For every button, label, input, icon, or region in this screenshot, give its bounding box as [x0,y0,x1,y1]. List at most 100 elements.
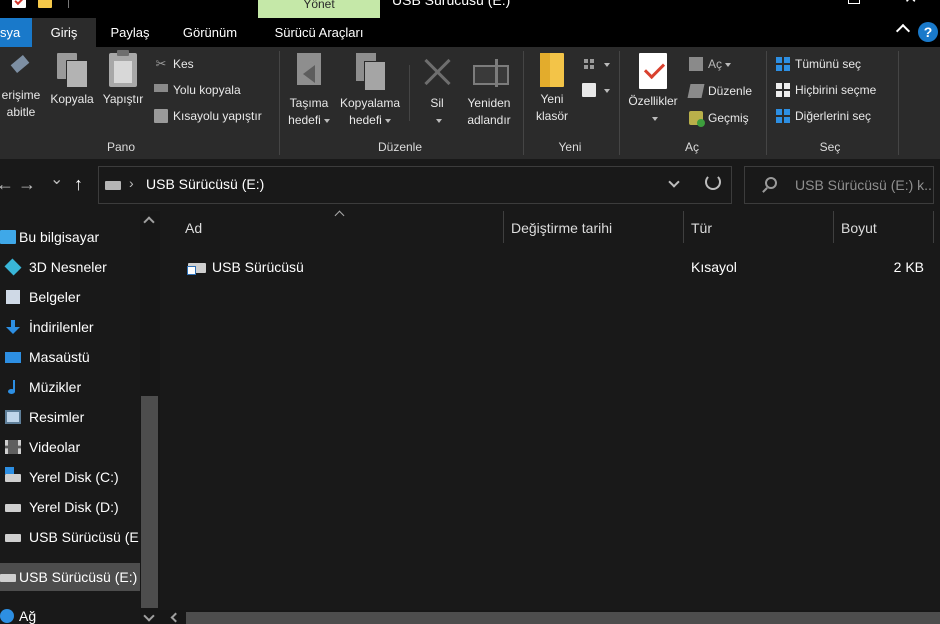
rename-button[interactable]: Yeniden adlandır [462,53,516,129]
address-bar[interactable]: › USB Sürücüsü (E:) [98,166,732,204]
new-folder-label-line2: klasör [535,109,568,123]
copy-to-label-line1: Kopyalama [339,96,401,110]
tab-manage-context[interactable]: Yönet [258,0,380,18]
sidebar-item-label: Videolar [29,439,81,455]
easy-access-button[interactable] [582,81,610,99]
sidebar-item-network[interactable]: Ağ [0,602,140,624]
sidebar-item-3d-objects[interactable]: 3D Nesneler [0,253,140,281]
copy-label: Kopyala [50,92,94,106]
copy-path-icon [154,83,168,92]
sidebar-item-desktop[interactable]: Masaüstü [0,343,140,371]
column-header-name[interactable]: Ad [185,219,503,247]
documents-icon [6,290,20,304]
quick-access-divider [68,0,69,8]
horizontal-scrollbar-thumb[interactable] [186,612,940,624]
sidebar-item-pictures[interactable]: Resimler [0,403,140,431]
new-item-button[interactable] [582,55,610,73]
copy-button[interactable]: Kopyala [46,53,98,108]
network-icon [0,609,14,623]
sidebar-item-local-disk-c[interactable]: Yerel Disk (C:) [0,463,140,491]
column-header-size[interactable]: Boyut [841,219,933,247]
close-icon[interactable]: ✕ [904,0,917,7]
sidebar-item-music[interactable]: Müzikler [0,373,140,401]
tab-share[interactable]: Paylaş [96,18,164,47]
tab-view[interactable]: Görünüm [164,18,256,47]
open-icon [689,56,703,71]
sidebar-item-videos[interactable]: Videolar [0,433,140,461]
pin-quick-access-button[interactable]: erişime abitle [0,53,44,121]
delete-button[interactable]: Sil [416,53,458,129]
ribbon-divider [409,65,410,121]
column-header-date-modified[interactable]: Değiştirme tarihi [511,219,683,247]
paste-shortcut-icon [154,108,168,123]
breadcrumb-current[interactable]: USB Sürücüsü (E:) [146,176,264,192]
copy-path-button[interactable]: Yolu kopyala [154,81,241,99]
file-size: 2 KB [893,259,924,275]
copy-to-button[interactable]: Kopyalama hedefi [336,53,404,129]
navigation-scrollbar-thumb[interactable] [141,396,158,608]
search-box[interactable] [744,166,934,204]
select-none-label: Hiçbirini seçme [795,83,877,97]
pin-label-line2: abitle [6,105,36,119]
history-icon [689,110,705,127]
invert-selection-label: Diğerlerini seç [795,109,872,123]
sidebar-item-label: İndirilenler [29,319,94,335]
sidebar-item-label: 3D Nesneler [29,259,107,275]
select-none-button[interactable]: Hiçbirini seçme [776,81,876,99]
properties-icon [639,53,667,89]
windows-disk-icon [5,467,21,482]
paste-shortcut-button[interactable]: Kısayolu yapıştır [154,107,262,125]
sidebar-item-usb-drive-e[interactable]: USB Sürücüsü (E: [0,523,140,551]
forward-icon[interactable]: → [18,174,36,194]
column-divider[interactable] [933,211,934,243]
sidebar-item-local-disk-d[interactable]: Yerel Disk (D:) [0,493,140,521]
sidebar-item-label: Masaüstü [29,349,90,365]
tab-file[interactable]: sya [0,18,32,47]
ribbon-divider [279,51,280,155]
group-label-clipboard: Pano [106,140,136,154]
sidebar-item-this-pc[interactable]: Bu bilgisayar [0,223,140,251]
recent-locations-icon[interactable]: ⌄ [50,170,63,190]
tab-drive-tools[interactable]: Sürücü Araçları [258,18,380,47]
new-folder-label-line1: Yeni [540,92,564,106]
tab-home[interactable]: Giriş [32,18,96,47]
up-icon[interactable]: ↑ [74,174,83,194]
new-folder-button[interactable]: Yeni klasör [530,53,574,125]
maximize-icon[interactable] [848,0,860,4]
sidebar-item-usb-drive-e-root[interactable]: USB Sürücüsü (E:) [0,563,140,591]
column-divider[interactable] [833,211,834,243]
sidebar-item-label: Yerel Disk (C:) [29,469,119,485]
column-header-type[interactable]: Tür [691,219,833,247]
properties-button[interactable]: Özellikler [624,53,682,127]
refresh-icon[interactable] [705,174,721,190]
copy-icon [57,53,88,88]
properties-quick-icon[interactable] [12,0,26,8]
column-divider[interactable] [503,211,504,243]
invert-selection-button[interactable]: Diğerlerini seç [776,107,871,125]
column-divider[interactable] [683,211,684,243]
collapse-ribbon-icon[interactable] [895,23,911,39]
help-icon[interactable]: ? [918,22,938,42]
back-icon[interactable]: ← [0,174,14,194]
sidebar-item-label: Müzikler [29,379,82,395]
breadcrumb-separator[interactable]: › [129,175,134,191]
paste-button[interactable]: Yapıştır [99,50,147,108]
address-history-chevron-icon[interactable] [668,176,680,188]
sidebar-item-documents[interactable]: Belgeler [0,283,140,311]
shortcut-icon [187,263,206,275]
cut-button[interactable]: ✂ Kes [154,55,194,73]
move-to-button[interactable]: Taşıma hedefi [284,53,334,129]
new-folder-quick-icon[interactable] [38,0,52,8]
file-name[interactable]: USB Sürücüsü [212,254,304,280]
sidebar-item-label: Bu bilgisayar [19,229,100,245]
edit-button[interactable]: Düzenle [687,82,752,100]
ribbon-divider [523,51,524,155]
sidebar-item-label: USB Sürücüsü (E:) [19,569,138,585]
search-input[interactable] [795,175,931,195]
open-button[interactable]: Aç [689,55,732,73]
select-all-button[interactable]: Tümünü seç [776,55,861,73]
select-none-icon [776,82,790,97]
history-button[interactable]: Geçmiş [689,109,749,127]
move-to-icon [293,53,325,91]
sidebar-item-downloads[interactable]: İndirilenler [0,313,140,341]
